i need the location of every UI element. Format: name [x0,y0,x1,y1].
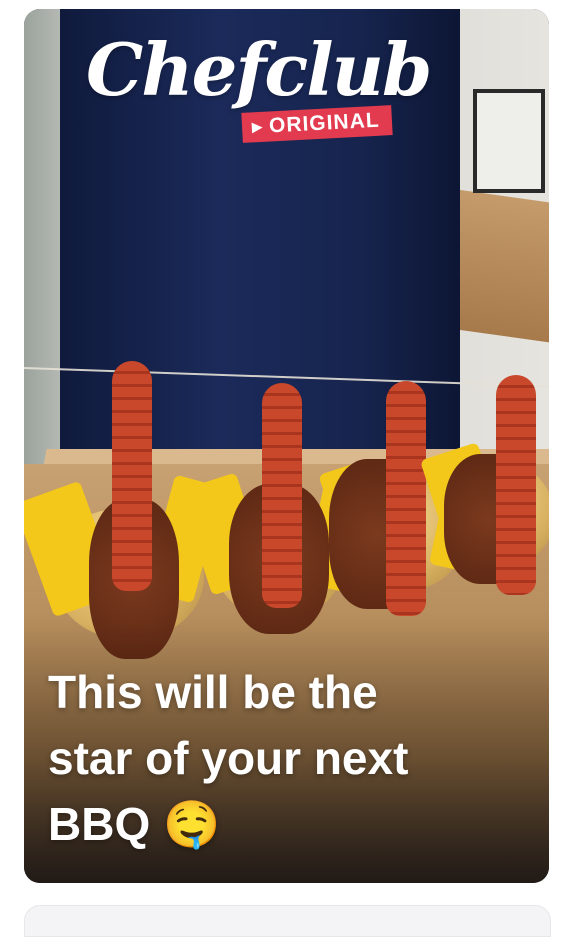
caption-line-2: star of your next [48,732,409,784]
chefclub-logo-word: Chefclub [86,27,432,112]
video-post-card[interactable]: Chefclub ▶ ORIGINAL This will be the star… [24,9,549,883]
play-triangle-icon: ▶ [251,118,264,135]
original-badge-label: ORIGINAL [268,108,381,138]
caption-line-3: BBQ 🤤 [48,798,221,850]
chefclub-logo: Chefclub [86,27,432,112]
post-caption: This will be the star of your next BBQ 🤤 [48,659,518,857]
caption-line-1: This will be the [48,666,378,718]
background-picture-frame [473,89,545,193]
next-post-card-peek[interactable] [24,905,551,937]
